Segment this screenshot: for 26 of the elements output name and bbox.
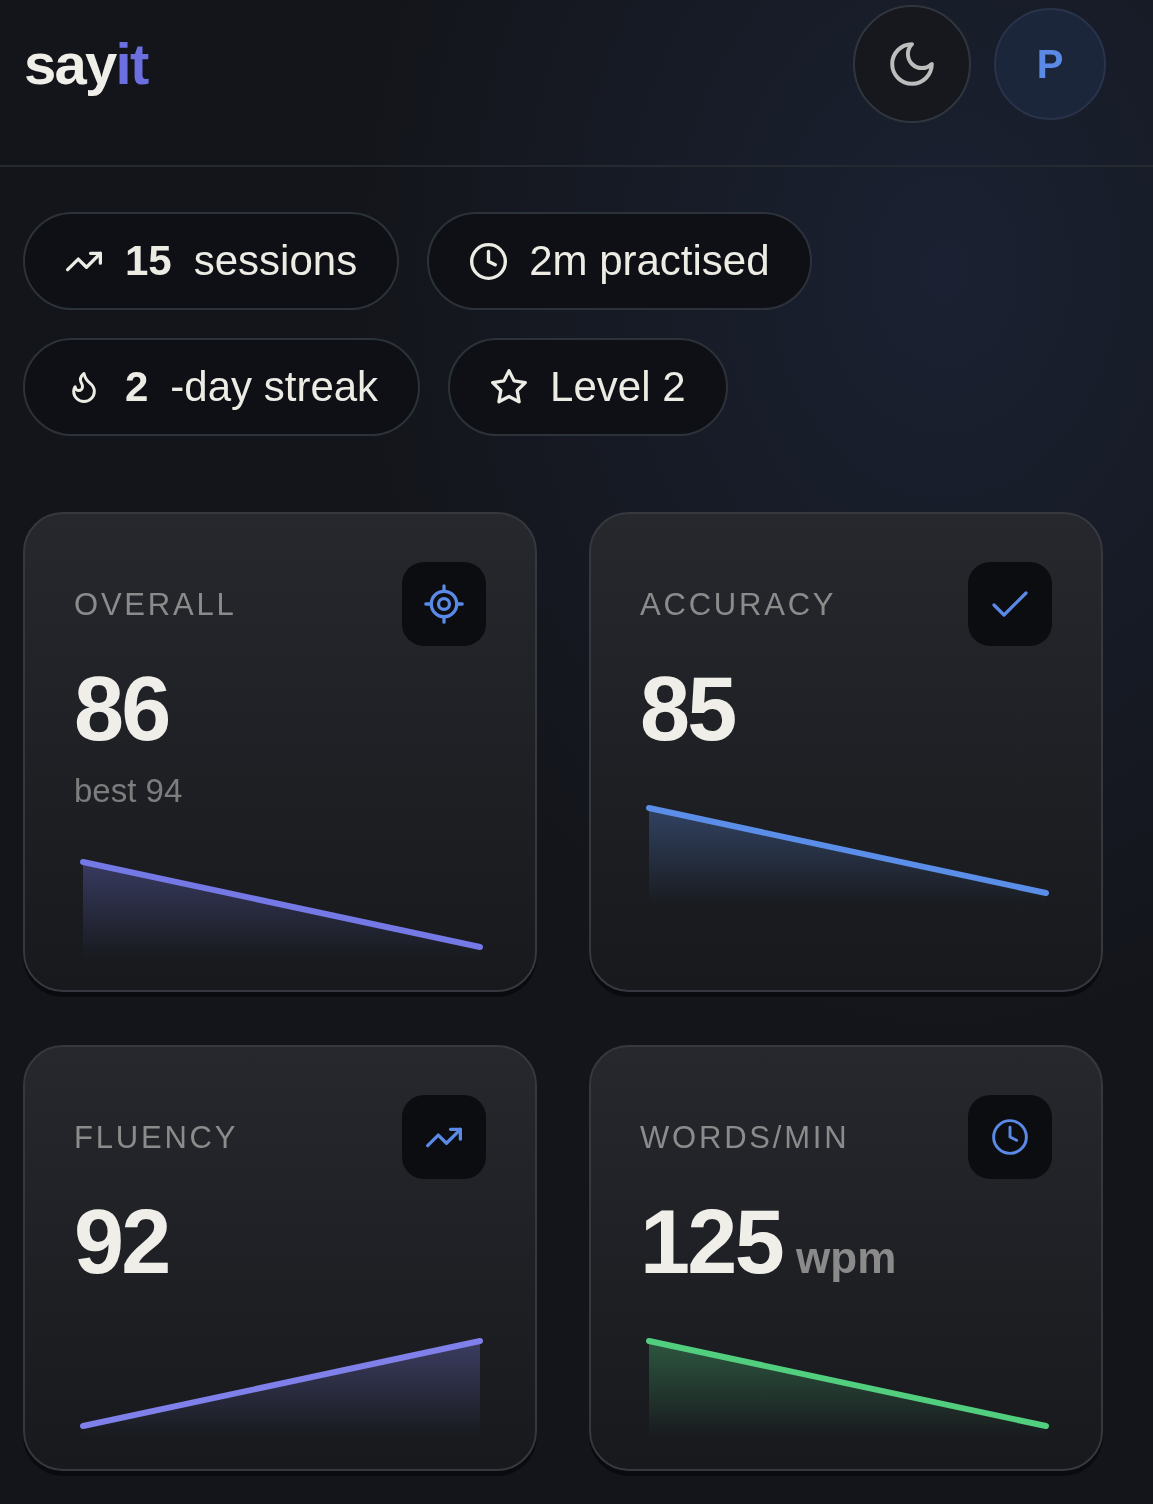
metric-value: 85 — [640, 664, 735, 754]
trend-up-icon — [66, 249, 102, 273]
stat-label: sessions — [193, 240, 358, 282]
clock-icon — [968, 1095, 1052, 1179]
clock-icon — [469, 242, 507, 280]
metric-value: 92 — [74, 1197, 169, 1287]
flame-icon — [72, 371, 96, 403]
unit-label: wpm — [796, 1236, 897, 1280]
check-icon — [968, 562, 1052, 646]
stat-label: 2m practised — [529, 240, 770, 282]
trend-up-icon — [402, 1095, 486, 1179]
stat-value: 15 — [125, 240, 172, 282]
metric-value: 86 — [74, 664, 169, 754]
target-icon — [402, 562, 486, 646]
profile-avatar[interactable]: P — [994, 8, 1106, 120]
metric-label: FLUENCY — [74, 1121, 239, 1153]
moon-icon — [890, 42, 934, 86]
metric-label: WORDS/MIN — [640, 1121, 850, 1153]
best-score: best 94 — [74, 774, 184, 808]
stat-value: 2 — [125, 366, 149, 408]
stat-label: -day streak — [170, 366, 379, 408]
stat-label: Level 2 — [550, 366, 686, 408]
metric-value: 125 — [640, 1197, 783, 1287]
metric-label: ACCURACY — [640, 588, 837, 620]
metric-label: OVERALL — [74, 588, 237, 620]
star-icon — [491, 369, 528, 405]
